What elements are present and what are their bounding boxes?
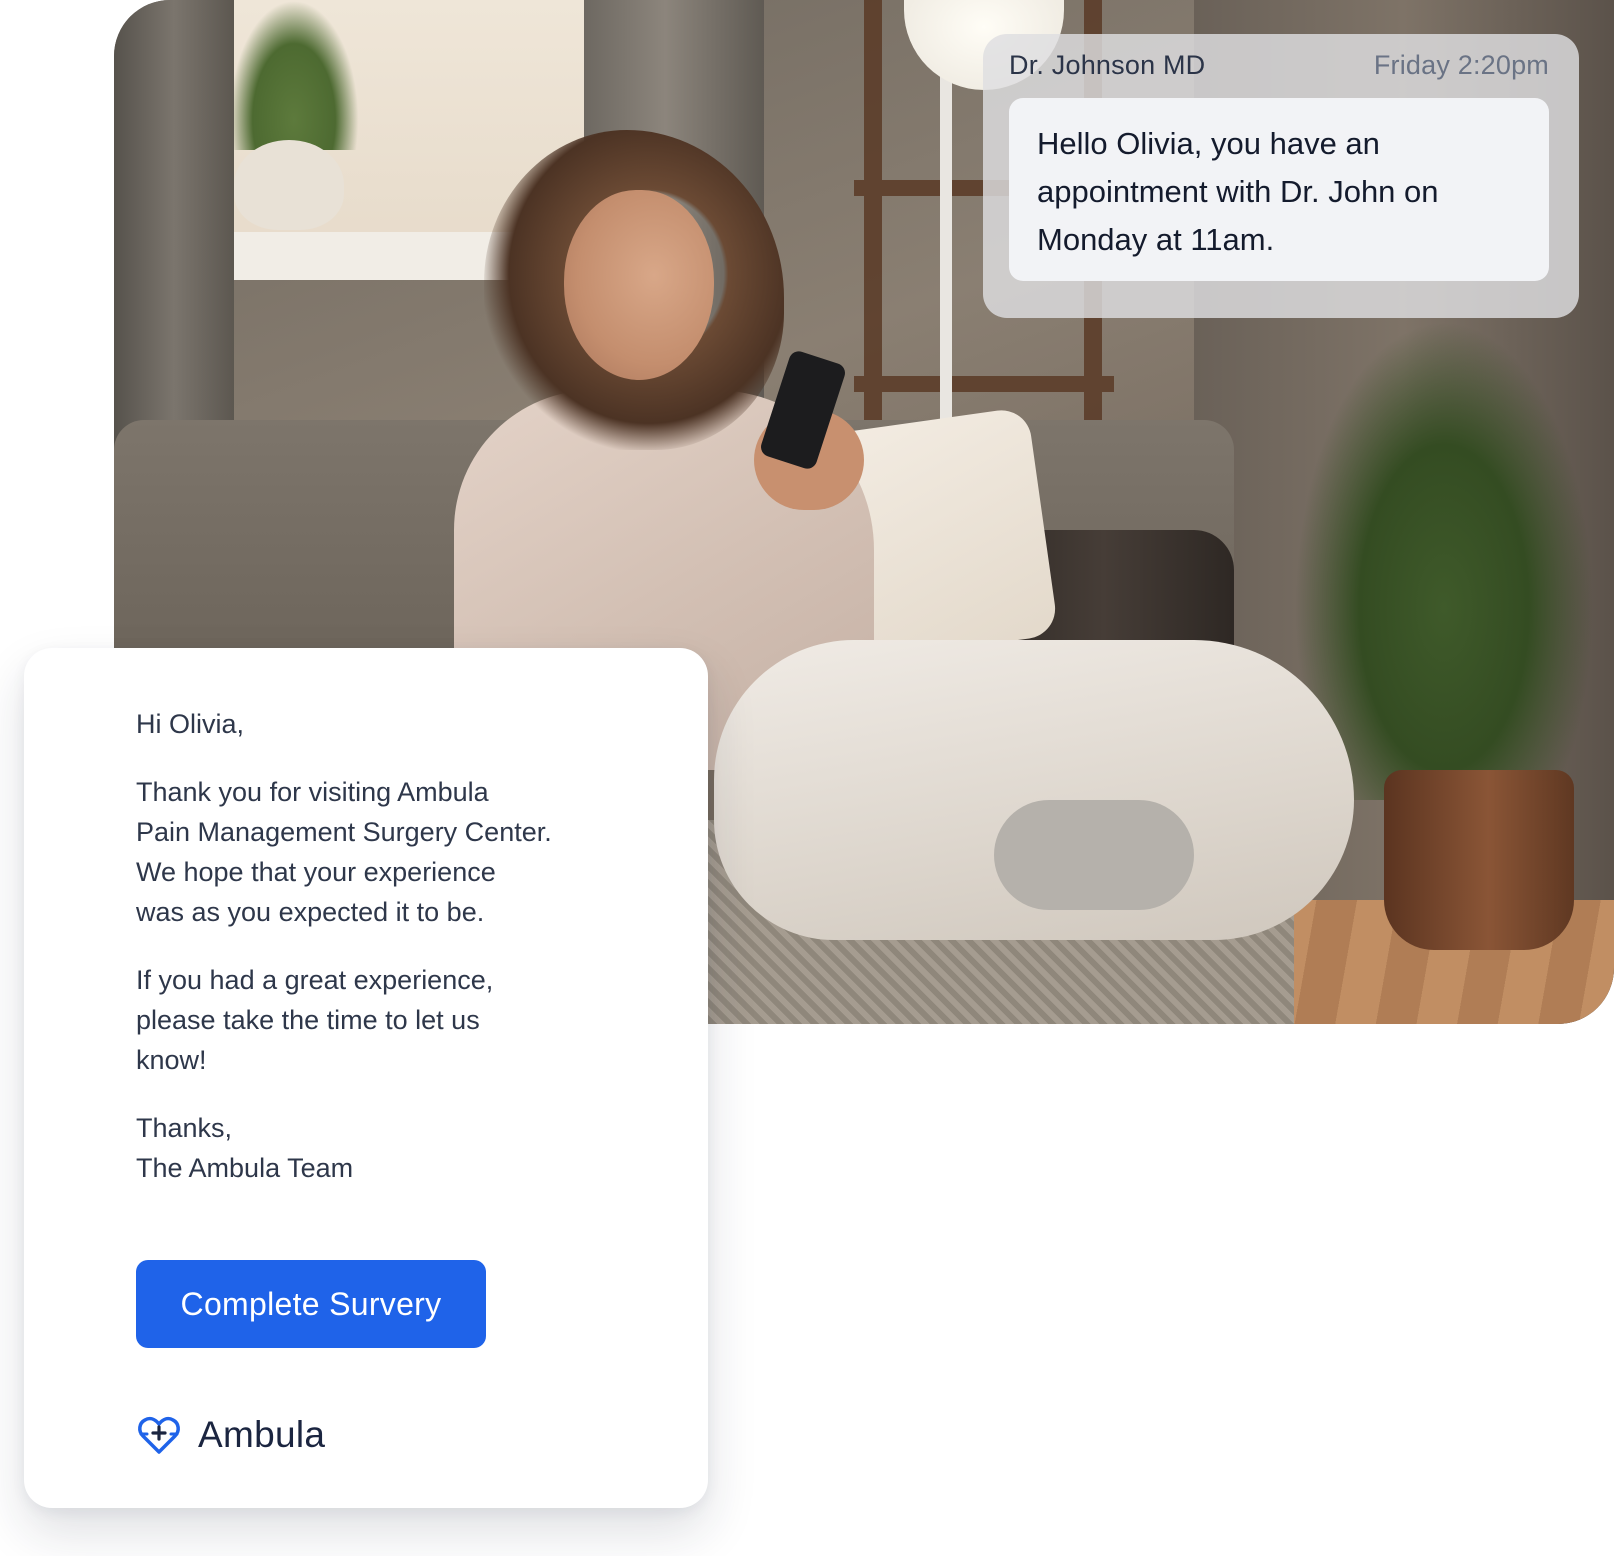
brand-name: Ambula <box>198 1414 326 1455</box>
heart-plus-icon <box>136 1412 182 1458</box>
photo-window-pot <box>234 140 344 230</box>
chat-notification: Dr. Johnson MD Friday 2:20pm Hello Olivi… <box>983 34 1579 318</box>
paragraph-line: If you had a great experience, <box>136 965 494 995</box>
paragraph-thanks: Thank you for visiting Ambula Pain Manag… <box>136 772 636 932</box>
paragraph-line: please take the time to let us <box>136 1005 480 1035</box>
photo-floor-pot <box>1384 770 1574 950</box>
greeting-text: Hi Olivia, <box>136 709 245 739</box>
chat-message-line: Monday at 11am. <box>1037 222 1275 257</box>
paragraph-line: Thank you for visiting Ambula <box>136 777 489 807</box>
chat-message-bubble: Hello Olivia, you have an appointment wi… <box>1009 98 1549 281</box>
signoff-line: Thanks, <box>136 1113 233 1143</box>
brand-logo: Ambula <box>136 1412 325 1458</box>
chat-message-line: appointment with Dr. John on <box>1037 174 1439 209</box>
complete-survey-button[interactable]: Complete Survery <box>136 1260 486 1348</box>
message-body: Hi Olivia, Thank you for visiting Ambula… <box>136 704 636 1216</box>
photo-window-plant <box>229 0 359 150</box>
paragraph-line: know! <box>136 1045 207 1075</box>
paragraph-request: If you had a great experience, please ta… <box>136 960 636 1080</box>
survey-message-card: Hi Olivia, Thank you for visiting Ambula… <box>24 648 708 1508</box>
photo-lamp-pole <box>940 70 952 450</box>
chat-sender-name: Dr. Johnson MD <box>1009 50 1206 80</box>
paragraph-line: We hope that your experience <box>136 857 496 887</box>
chat-timestamp: Friday 2:20pm <box>1373 50 1549 80</box>
paragraph-line: Pain Management Surgery Center. <box>136 817 552 847</box>
photo-woman-face <box>564 190 714 380</box>
photo-woman-sock <box>994 800 1194 910</box>
chat-message-line: Hello Olivia, you have an <box>1037 126 1380 161</box>
greeting: Hi Olivia, <box>136 704 636 744</box>
signoff: Thanks, The Ambula Team <box>136 1108 636 1188</box>
signoff-line: The Ambula Team <box>136 1153 354 1183</box>
photo-floor-plant <box>1294 320 1594 800</box>
paragraph-line: was as you expected it to be. <box>136 897 485 927</box>
